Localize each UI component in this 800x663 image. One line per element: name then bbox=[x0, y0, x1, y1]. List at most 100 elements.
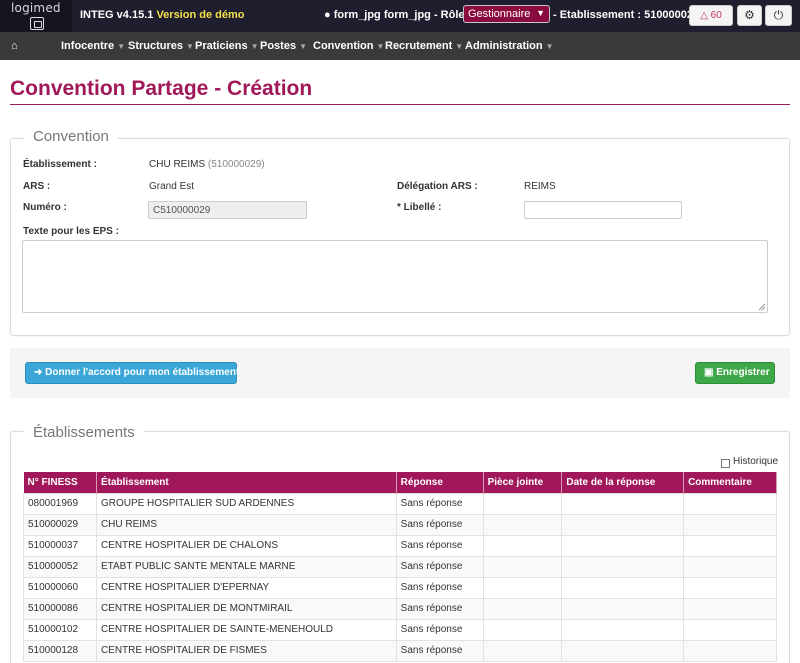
nav-label: Praticiens bbox=[195, 40, 248, 52]
etablissements-legend: Établissements bbox=[24, 424, 144, 441]
cell-commentaire bbox=[683, 534, 777, 557]
save-label: Enregistrer bbox=[716, 367, 770, 378]
page-title: Convention Partage - Création bbox=[10, 77, 313, 100]
historique-checkbox[interactable] bbox=[721, 459, 730, 468]
nav-label: Recrutement bbox=[385, 40, 453, 52]
table-row[interactable]: 510000128 CENTRE HOSPITALIER DE FISMES S… bbox=[23, 639, 777, 662]
nav-praticiens[interactable]: Praticiens ▼ bbox=[195, 40, 259, 52]
etablissement-label: Établissement : bbox=[23, 159, 97, 170]
logo[interactable]: logimed bbox=[0, 0, 72, 32]
chevron-down-icon: ▼ bbox=[117, 42, 126, 51]
ars-label: ARS : bbox=[23, 181, 51, 192]
role-select[interactable]: Gestionnaire ▼ bbox=[463, 5, 550, 23]
cell-commentaire bbox=[683, 492, 777, 515]
col-header-reponse[interactable]: Réponse bbox=[396, 472, 484, 493]
give-accord-button[interactable]: ➜ Donner l'accord pour mon établissement bbox=[25, 362, 240, 384]
chevron-down-icon: ▼ bbox=[376, 42, 385, 51]
col-header-piece-jointe[interactable]: Pièce jointe bbox=[483, 472, 563, 493]
table-row[interactable]: 510000102 CENTRE HOSPITALIER DE SAINTE-M… bbox=[23, 618, 777, 641]
ars-value: Grand Est bbox=[149, 181, 195, 192]
nav-label: Administration bbox=[465, 40, 543, 52]
cell-etablissement: ETABT PUBLIC SANTE MENTALE MARNE bbox=[95, 555, 397, 578]
etablissement-value: CHU REIMS (510000029) bbox=[149, 159, 265, 170]
table-row[interactable]: 080001969 GROUPE HOSPITALIER SUD ARDENNE… bbox=[23, 492, 777, 515]
cell-reponse: Sans réponse bbox=[395, 597, 484, 620]
col-header-date-reponse[interactable]: Date de la réponse bbox=[561, 472, 685, 493]
convention-legend: Convention bbox=[24, 128, 118, 145]
user-icon: ● bbox=[324, 9, 331, 21]
nav-administration[interactable]: Administration ▼ bbox=[465, 40, 554, 52]
nav-postes[interactable]: Postes ▼ bbox=[260, 40, 307, 52]
table-row[interactable]: 510000037 CENTRE HOSPITALIER DE CHALONS … bbox=[23, 534, 777, 557]
nav-label: Convention bbox=[313, 40, 374, 52]
cell-piece-jointe bbox=[482, 492, 563, 515]
bell-icon: △ bbox=[700, 10, 708, 21]
chevron-down-icon: ▼ bbox=[545, 42, 554, 51]
arrow-right-icon: ➜ bbox=[34, 367, 43, 378]
cell-piece-jointe bbox=[482, 639, 563, 662]
cell-reponse: Sans réponse bbox=[395, 639, 484, 662]
logo-text: logimed bbox=[11, 1, 61, 15]
table-row[interactable]: 510000052 ETABT PUBLIC SANTE MENTALE MAR… bbox=[23, 555, 777, 578]
chevron-down-icon: ▼ bbox=[299, 42, 307, 51]
cell-reponse: Sans réponse bbox=[395, 555, 484, 578]
cell-reponse: Sans réponse bbox=[395, 492, 484, 515]
chevron-down-icon: ▼ bbox=[536, 8, 545, 18]
settings-button[interactable]: ⚙ bbox=[737, 5, 762, 26]
cell-finess: 510000086 bbox=[23, 597, 97, 620]
logout-button[interactable]: ⏻ bbox=[765, 5, 792, 26]
give-accord-label: Donner l'accord pour mon établissement bbox=[45, 367, 240, 378]
chevron-down-icon: ▼ bbox=[186, 42, 194, 51]
nav-recrutement[interactable]: Recrutement ▼ bbox=[385, 40, 463, 52]
libelle-input[interactable] bbox=[524, 201, 682, 219]
cell-finess: 080001969 bbox=[23, 492, 97, 515]
nav-convention[interactable]: Convention ▼ bbox=[313, 40, 384, 52]
nav-label: Infocentre bbox=[61, 40, 115, 52]
demo-label: Version de démo bbox=[156, 9, 245, 21]
resize-grip-icon[interactable] bbox=[758, 303, 766, 311]
notifications-button[interactable]: △ 60 bbox=[689, 5, 733, 26]
save-button[interactable]: ▣ Enregistrer bbox=[695, 362, 775, 384]
cell-piece-jointe bbox=[482, 534, 563, 557]
table-row[interactable]: 510000086 CENTRE HOSPITALIER DE MONTMIRA… bbox=[23, 597, 777, 620]
notification-count: 60 bbox=[710, 10, 722, 21]
home-icon[interactable]: ⌂ bbox=[11, 40, 18, 52]
chevron-down-icon: ▼ bbox=[250, 42, 259, 51]
table-row[interactable]: 510000060 CENTRE HOSPITALIER D'EPERNAY S… bbox=[23, 576, 777, 599]
col-header-etablissement[interactable]: Établissement bbox=[96, 472, 397, 493]
cell-piece-jointe bbox=[482, 597, 563, 620]
numero-field: C510000029 bbox=[148, 201, 307, 219]
cell-piece-jointe bbox=[482, 576, 563, 599]
cell-finess: 510000060 bbox=[23, 576, 97, 599]
cell-date-reponse bbox=[561, 555, 685, 578]
table-row[interactable]: 510000029 CHU REIMS Sans réponse bbox=[23, 513, 777, 536]
cell-finess: 510000029 bbox=[23, 513, 97, 536]
cell-reponse: Sans réponse bbox=[395, 513, 484, 536]
nav-label: Structures bbox=[128, 40, 184, 52]
cell-commentaire bbox=[683, 639, 777, 662]
etablissements-table: N° FINESS Établissement Réponse Pièce jo… bbox=[23, 472, 777, 662]
app-version-text: INTEG v4.15.1 bbox=[80, 9, 154, 21]
nav-infocentre[interactable]: Infocentre ▼ bbox=[61, 40, 125, 52]
texte-eps-textarea[interactable] bbox=[22, 240, 768, 313]
cell-commentaire bbox=[683, 618, 777, 641]
title-divider bbox=[10, 104, 790, 105]
delegation-label: Délégation ARS : bbox=[397, 181, 478, 192]
col-header-commentaire[interactable]: Commentaire bbox=[683, 472, 777, 493]
historique-label[interactable]: Historique bbox=[733, 456, 778, 467]
col-header-finess[interactable]: N° FINESS bbox=[23, 472, 97, 493]
cell-etablissement: CENTRE HOSPITALIER DE FISMES bbox=[95, 639, 397, 662]
cell-etablissement: CENTRE HOSPITALIER DE CHALONS bbox=[95, 534, 397, 557]
nav-structures[interactable]: Structures ▼ bbox=[128, 40, 194, 52]
etablissement-label: - Etablissement : 510000029 bbox=[553, 9, 700, 21]
cell-date-reponse bbox=[561, 534, 685, 557]
cell-piece-jointe bbox=[482, 555, 563, 578]
cell-etablissement: CENTRE HOSPITALIER DE MONTMIRAIL bbox=[95, 597, 397, 620]
cell-date-reponse bbox=[561, 597, 685, 620]
cell-etablissement: CENTRE HOSPITALIER D'EPERNAY bbox=[95, 576, 397, 599]
gear-icon: ⚙ bbox=[744, 8, 755, 22]
cell-finess: 510000052 bbox=[23, 555, 97, 578]
app-version: INTEG v4.15.1 Version de démo bbox=[80, 9, 244, 21]
cell-date-reponse bbox=[561, 639, 685, 662]
libelle-label: * Libellé : bbox=[397, 202, 442, 213]
